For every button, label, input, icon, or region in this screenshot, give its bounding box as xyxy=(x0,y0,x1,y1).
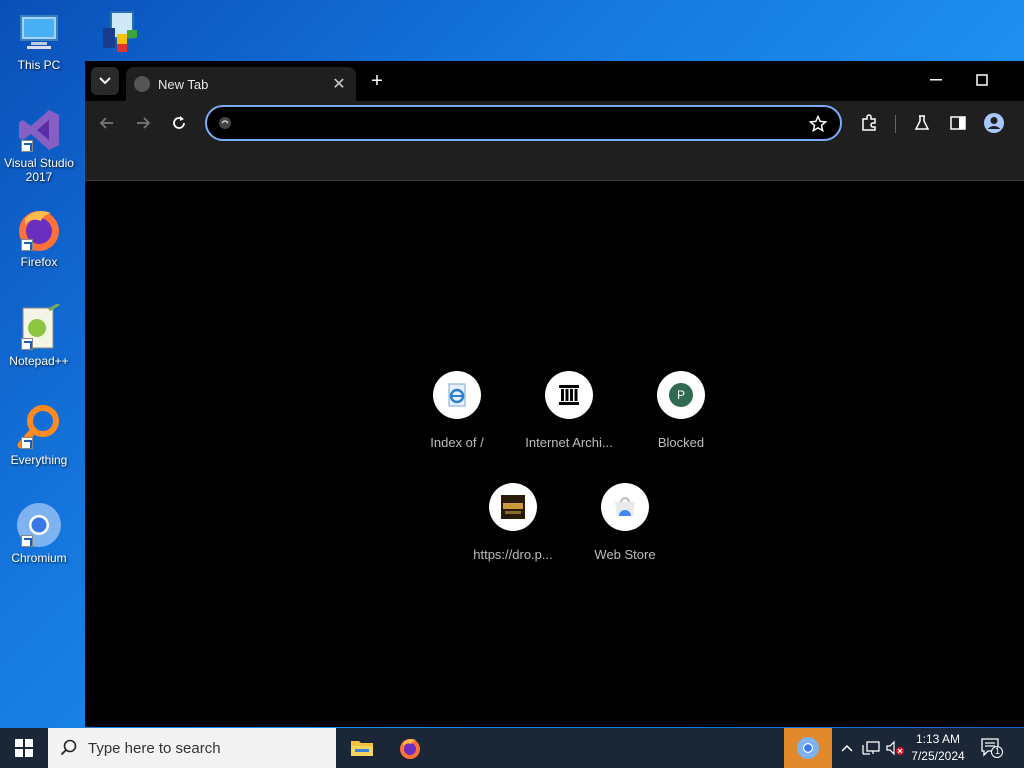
reload-button[interactable] xyxy=(165,109,193,137)
desktop-icon-label: Everything xyxy=(10,453,68,467)
taskbar-firefox[interactable] xyxy=(386,728,434,768)
taskbar-file-explorer[interactable] xyxy=(338,728,386,768)
tab-strip: New Tab ✕ + xyxy=(85,61,1024,101)
shortcut-label: https://dro.p... xyxy=(473,547,553,562)
shortcut-tile[interactable]: https://dro.p... xyxy=(457,483,569,562)
taskbar-chromium[interactable] xyxy=(784,728,832,768)
firefox-icon xyxy=(15,205,63,253)
desktop-icon-this-pc[interactable]: This PC xyxy=(4,8,74,72)
shortcut-label: Blocked xyxy=(657,435,705,450)
tab-new-tab[interactable]: New Tab ✕ xyxy=(126,67,356,101)
notification-count: 1 xyxy=(994,746,1000,756)
computer-icon xyxy=(15,8,63,56)
windows-logo-icon xyxy=(15,739,33,757)
back-button[interactable] xyxy=(93,109,121,137)
system-clock[interactable]: 1:13 AM 7/25/2024 xyxy=(905,731,971,765)
desktop-icon-label: This PC xyxy=(17,58,61,72)
reload-icon xyxy=(173,116,185,129)
minimize-button[interactable] xyxy=(913,61,959,99)
volume-button[interactable] xyxy=(885,738,905,758)
speaker-muted-icon xyxy=(886,740,904,756)
desktop-icon-label: Chromium xyxy=(11,551,67,565)
everything-icon xyxy=(15,403,63,451)
search-icon xyxy=(60,739,77,756)
toolbar-separator xyxy=(895,115,896,133)
desktop-icon-firefox[interactable]: Firefox xyxy=(4,205,74,269)
bookmarks-bar xyxy=(85,145,1024,181)
search-engine-icon xyxy=(219,117,231,129)
taskbar: Type here to search 1:13 AM 7/25/2024 1 xyxy=(0,728,1024,768)
ie-document-icon xyxy=(433,371,481,419)
maximize-button[interactable] xyxy=(959,61,1005,99)
installer-icon xyxy=(93,8,141,56)
clock-time: 1:13 AM xyxy=(915,732,961,746)
avatar-icon xyxy=(984,113,1004,133)
maximize-icon xyxy=(976,74,988,86)
folder-icon xyxy=(351,741,373,756)
chevron-down-icon xyxy=(99,77,111,85)
visual-studio-icon xyxy=(15,106,63,154)
taskbar-search-box[interactable]: Type here to search xyxy=(48,728,336,768)
desktop-icon-chromium[interactable]: Chromium xyxy=(4,501,74,565)
minimize-icon xyxy=(930,79,942,81)
show-hidden-icons-button[interactable] xyxy=(837,738,857,758)
arrow-left-icon xyxy=(99,117,113,129)
shortcut-label: Index of / xyxy=(430,435,484,450)
network-icon xyxy=(862,741,880,755)
shortcut-label: Web Store xyxy=(594,547,656,562)
arrow-right-icon xyxy=(137,117,151,129)
forward-button[interactable] xyxy=(129,109,157,137)
tab-title: New Tab xyxy=(158,76,209,92)
chromium-icon xyxy=(797,737,819,759)
close-tab-icon[interactable]: ✕ xyxy=(330,74,348,94)
side-panel-button[interactable] xyxy=(945,110,971,136)
desktop-icon-setup[interactable] xyxy=(82,8,152,56)
shortcut-label: Internet Archi... xyxy=(525,435,613,450)
side-panel-icon xyxy=(950,116,966,130)
network-button[interactable] xyxy=(861,738,881,758)
browser-toolbar xyxy=(85,101,1024,145)
extensions-button[interactable] xyxy=(856,110,882,136)
chromium-icon xyxy=(15,501,63,549)
notepadpp-icon xyxy=(15,302,63,352)
desktop-icon-everything[interactable]: Everything xyxy=(4,403,74,467)
desktop-icon-notepadpp[interactable]: Notepad++ xyxy=(4,302,74,368)
new-tab-page: Index of / Internet Archi... P Blocked h… xyxy=(85,182,1024,727)
labs-button[interactable] xyxy=(909,110,935,136)
start-button[interactable] xyxy=(0,728,48,768)
desktop-icon-label: Notepad++ xyxy=(9,354,69,368)
address-input[interactable] xyxy=(243,113,803,133)
action-center-button[interactable]: 1 xyxy=(980,737,1004,759)
desktop-icon-visual-studio[interactable]: Visual Studio 2017 xyxy=(4,106,74,184)
desktop-icon-label: Firefox xyxy=(20,255,58,269)
thumbnail-icon xyxy=(489,483,537,531)
shortcut-tile[interactable]: Web Store xyxy=(569,483,681,562)
browser-window: New Tab ✕ + Index of / Internet Archi...… xyxy=(85,61,1024,727)
chevron-up-icon xyxy=(841,744,853,752)
clock-date: 7/25/2024 xyxy=(911,749,965,763)
firefox-icon xyxy=(400,739,420,759)
star-icon xyxy=(809,115,827,133)
new-tab-button[interactable]: + xyxy=(365,69,389,93)
letter-p-icon: P xyxy=(657,371,705,419)
profile-button[interactable] xyxy=(981,110,1007,136)
desktop-icon-label: Visual Studio 2017 xyxy=(4,156,74,184)
bookmark-button[interactable] xyxy=(808,114,828,134)
shortcut-tile[interactable]: Internet Archi... xyxy=(513,371,625,450)
shortcut-tile[interactable]: Index of / xyxy=(401,371,513,450)
tab-search-button[interactable] xyxy=(91,67,119,95)
globe-icon xyxy=(134,76,150,92)
flask-icon xyxy=(914,115,930,130)
web-store-icon xyxy=(601,483,649,531)
address-bar[interactable] xyxy=(205,105,842,141)
puzzle-icon xyxy=(862,114,876,131)
shortcut-tile[interactable]: P Blocked xyxy=(625,371,737,450)
search-placeholder: Type here to search xyxy=(88,739,221,757)
archive-icon xyxy=(545,371,593,419)
